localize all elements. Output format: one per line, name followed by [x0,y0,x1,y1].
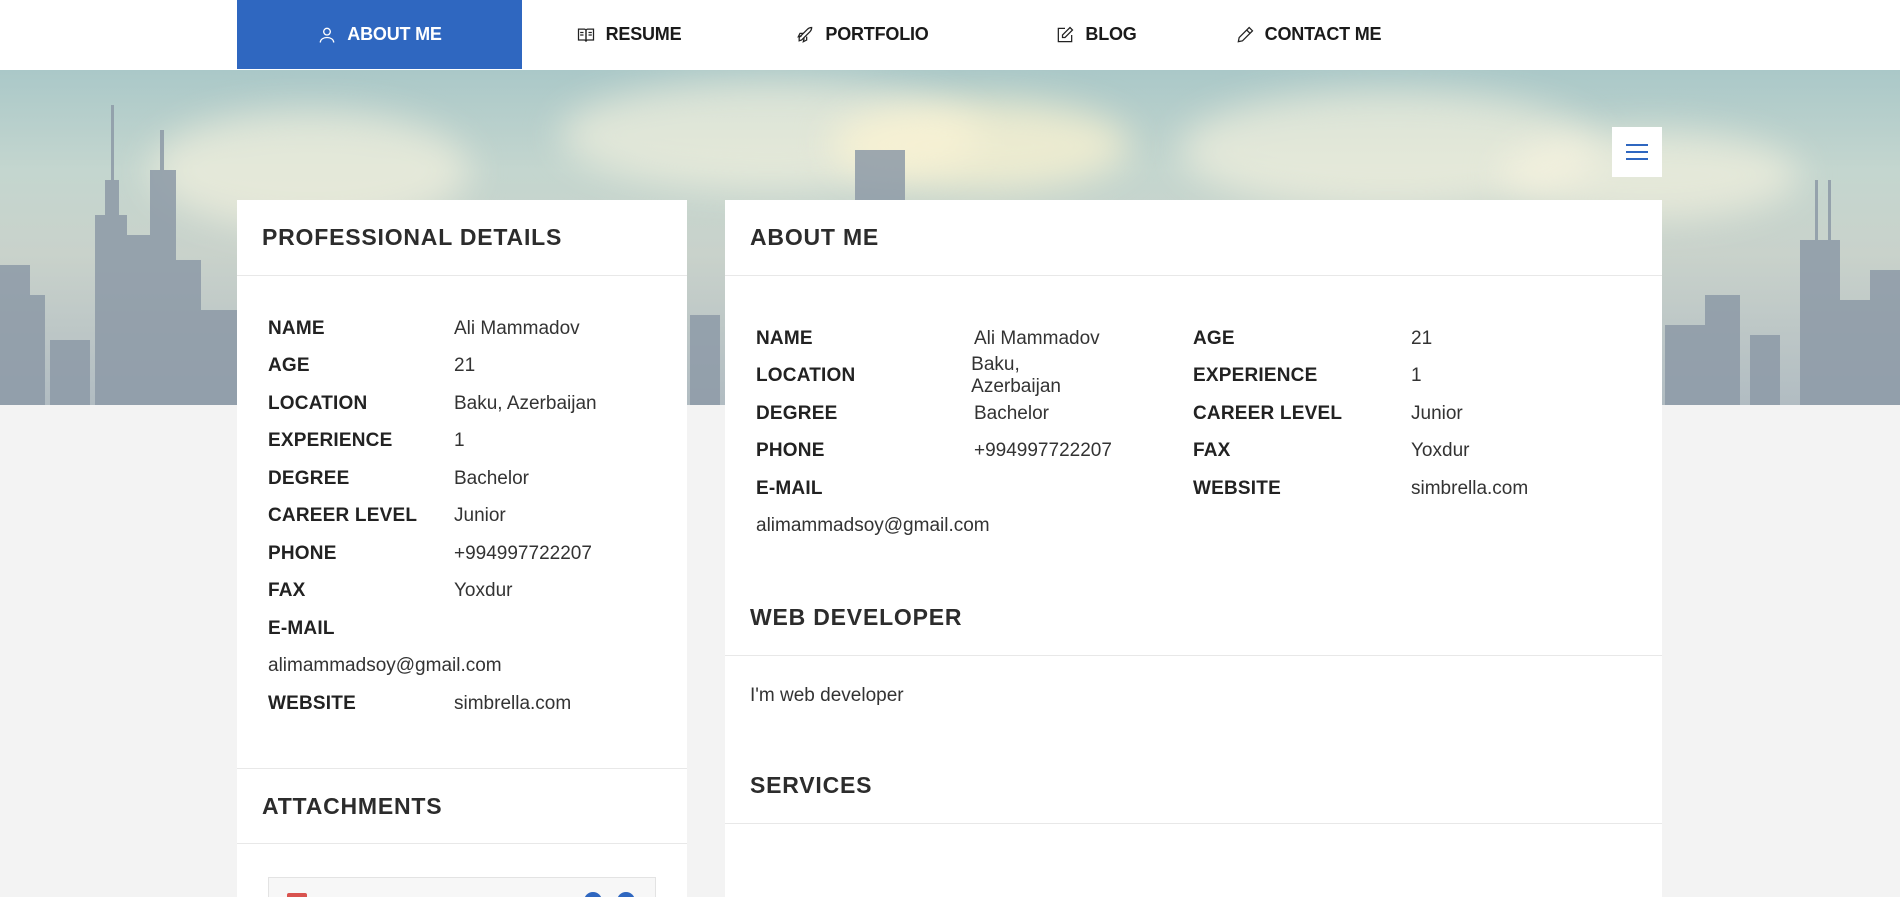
detail-value: Baku, Azerbaijan [971,354,1061,398]
detail-key: DEGREE [268,467,350,489]
detail-row: WEBSITE simbrella.com [268,685,687,723]
nav-item-resume[interactable]: RESUME [522,0,735,69]
detail-value: 21 [1411,327,1433,349]
detail-row: EXPERIENCE 1 [1193,358,1528,396]
detail-row: DEGREE Bachelor [268,460,687,498]
detail-row: PHONE +994997722207 [756,433,1112,471]
detail-row: WEBSITE simbrella.com [1193,470,1528,508]
detail-key: AGE [268,355,310,377]
user-icon [319,27,335,43]
detail-value: Bachelor [974,402,1049,424]
view-icon[interactable] [584,892,602,897]
detail-row: E-MAIL [756,470,1112,508]
detail-value: Junior [454,505,506,527]
detail-row: CAREER LEVEL Junior [268,498,687,536]
rocket-icon [797,26,813,43]
detail-row: NAME Ali Mammadov [268,310,687,348]
nav-item-portfolio[interactable]: PORTFOLIO [735,0,989,69]
edit-icon [1058,26,1074,42]
web-developer-title: WEB DEVELOPER [725,580,1662,656]
detail-key: NAME [268,317,325,339]
detail-key: FAX [1193,440,1231,462]
about-me-title: ABOUT ME [725,200,1662,276]
detail-row: CAREER LEVEL Junior [1193,395,1528,433]
nav-item-about-me[interactable]: ABOUT ME [237,0,522,69]
detail-row: AGE 21 [1193,320,1528,358]
detail-key: E-MAIL [756,477,823,499]
detail-row: DEGREE Bachelor [756,395,1112,433]
detail-value: +994997722207 [974,440,1112,462]
website-value[interactable]: simbrella.com [454,693,571,715]
attachment-item[interactable] [268,877,656,897]
detail-row: AGE 21 [268,348,687,386]
detail-value: Ali Mammadov [974,327,1100,349]
detail-value: 1 [454,430,465,452]
detail-row: NAME Ali Mammadov [756,320,1112,358]
nav-item-label: ABOUT ME [347,24,442,44]
detail-key: WEBSITE [268,692,356,714]
about-right-column: AGE 21 EXPERIENCE 1 CAREER LEVEL Junior FAX… [1193,320,1528,508]
professional-details-list: NAME Ali Mammadov AGE 21 LOCATION Baku, Aze… [237,276,687,723]
pdf-icon [287,893,307,897]
about-left-column: NAME Ali Mammadov LOCATION Baku, Azerbaija… [756,320,1112,545]
nav-item-blog[interactable]: BLOG [989,0,1203,69]
detail-key: NAME [756,327,813,349]
nav-item-label: BLOG [1085,24,1137,44]
email-value[interactable]: alimammadsoy@gmail.com [268,648,687,686]
detail-row: PHONE +994997722207 [268,535,687,573]
detail-row: EXPERIENCE 1 [268,423,687,461]
top-navigation: ABOUT ME RESUME PORTFOLIO BLOG CONTACT M… [0,0,1900,70]
detail-key: LOCATION [756,365,856,387]
detail-value: Ali Mammadov [454,317,580,339]
detail-key: LOCATION [268,392,368,414]
detail-row: LOCATION Baku, Azerbaijan [268,385,687,423]
detail-key: DEGREE [756,402,838,424]
detail-row: E-MAIL [268,610,687,648]
website-value[interactable]: simbrella.com [1411,478,1528,500]
detail-key: CAREER LEVEL [268,505,418,527]
email-value[interactable]: alimammadsoy@gmail.com [756,508,1112,546]
book-icon [577,28,594,42]
nav-item-label: RESUME [605,24,682,44]
detail-key: PHONE [268,542,337,564]
detail-row: LOCATION Baku, Azerbaijan [756,354,1112,397]
attachments-title: ATTACHMENTS [237,768,687,844]
detail-value: Bachelor [454,467,529,489]
detail-key: AGE [1193,327,1235,349]
hamburger-menu-button[interactable] [1612,127,1662,177]
detail-value: Yoxdur [454,580,513,602]
nav-item-label: PORTFOLIO [825,24,929,44]
detail-key: FAX [268,580,306,602]
detail-key: WEBSITE [1193,477,1281,499]
detail-value: Junior [1411,402,1463,424]
menu-icon [1626,144,1648,160]
detail-value: Baku, Azerbaijan [454,392,597,414]
detail-row: FAX Yoxdur [268,573,687,611]
about-me-card: ABOUT ME NAME Ali Mammadov LOCATION Baku, … [725,200,1662,897]
detail-value: 21 [454,355,476,377]
detail-value: +994997722207 [454,542,592,564]
detail-row: FAX Yoxdur [1193,433,1528,471]
detail-value: Yoxdur [1411,440,1470,462]
detail-key: E-MAIL [268,617,335,639]
professional-details-card: PROFESSIONAL DETAILS NAME Ali Mammadov AG… [237,200,687,897]
download-icon[interactable] [617,892,635,897]
nav-item-label: CONTACT ME [1264,24,1382,44]
nav-menu: ABOUT ME RESUME PORTFOLIO BLOG CONTACT M… [237,0,1413,70]
detail-value: 1 [1411,365,1422,387]
nav-item-contact-me[interactable]: CONTACT ME [1203,0,1413,69]
detail-key: CAREER LEVEL [1193,402,1343,424]
detail-key: EXPERIENCE [268,430,393,452]
web-developer-text: I'm web developer [750,685,904,706]
pencil-icon [1237,26,1254,42]
detail-key: EXPERIENCE [1193,365,1318,387]
services-title: SERVICES [725,748,1662,824]
professional-details-title: PROFESSIONAL DETAILS [237,200,687,276]
detail-key: PHONE [756,440,825,462]
